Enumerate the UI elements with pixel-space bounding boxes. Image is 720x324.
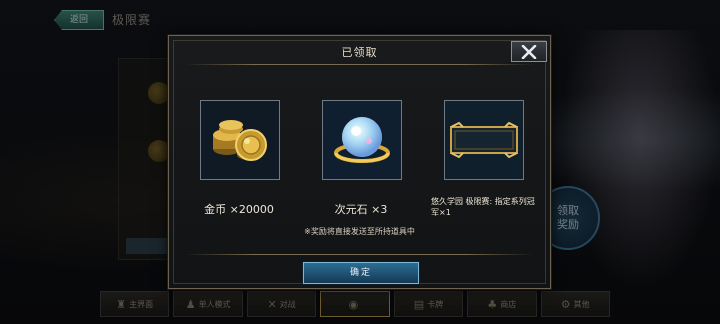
reward-slot-frame[interactable] — [444, 100, 524, 180]
reward-label-crystal: 次元石 ×3 — [334, 203, 388, 216]
title-divider — [185, 64, 534, 65]
confirm-button[interactable]: 确定 — [303, 262, 419, 284]
reward-slot-gold[interactable] — [200, 100, 280, 180]
reward-label-gold: 金币 ×20000 — [204, 203, 274, 216]
close-x-icon — [521, 44, 537, 59]
reward-claimed-dialog: 已领取 金币 ×20000 次元石 ×3 悠久学园 极限赛: 指定系列冠军×1 … — [168, 35, 551, 289]
close-button[interactable] — [511, 41, 547, 62]
dialog-title: 已领取 — [341, 46, 378, 59]
bottom-divider — [185, 254, 534, 255]
reward-label-frame: 悠久学园 极限赛: 指定系列冠军×1 — [431, 197, 535, 217]
delivery-notice: ※奖励将直接发送至所持道具中 — [304, 227, 415, 236]
frame-icon — [445, 101, 523, 179]
crystal-orb-icon — [323, 101, 401, 179]
reward-slot-crystal[interactable] — [322, 100, 402, 180]
gold-coins-icon — [201, 101, 279, 179]
